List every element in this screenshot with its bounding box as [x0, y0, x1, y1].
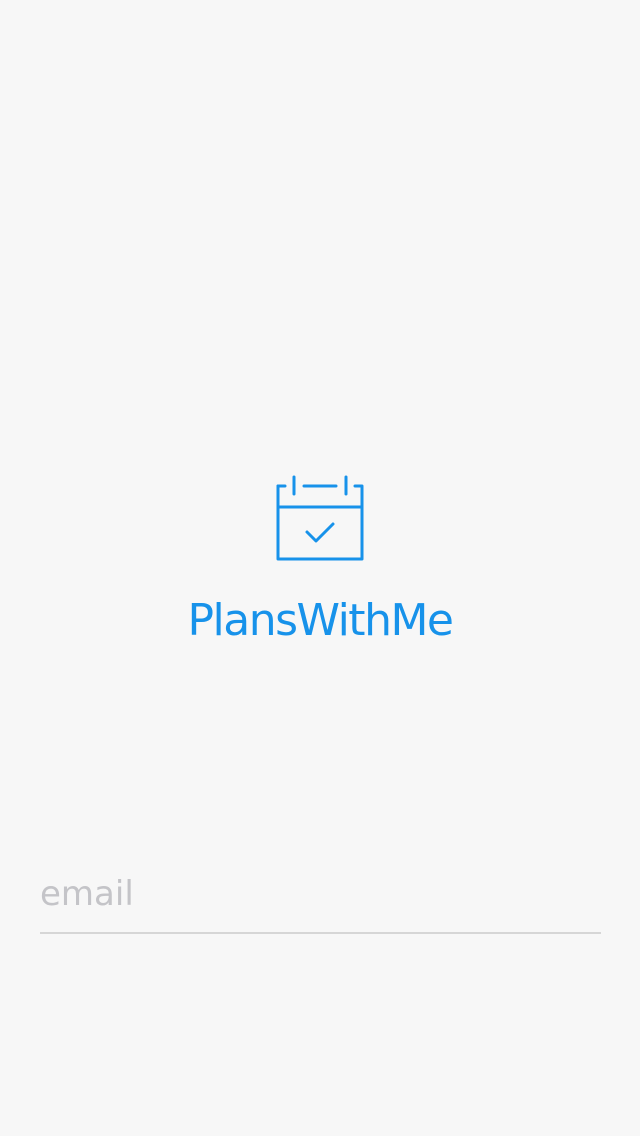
login-screen: PlansWithMe	[0, 0, 640, 1136]
email-field-container	[40, 858, 601, 934]
email-field[interactable]	[40, 858, 601, 930]
app-title: PlansWithMe	[187, 595, 454, 646]
calendar-check-icon	[274, 474, 366, 564]
